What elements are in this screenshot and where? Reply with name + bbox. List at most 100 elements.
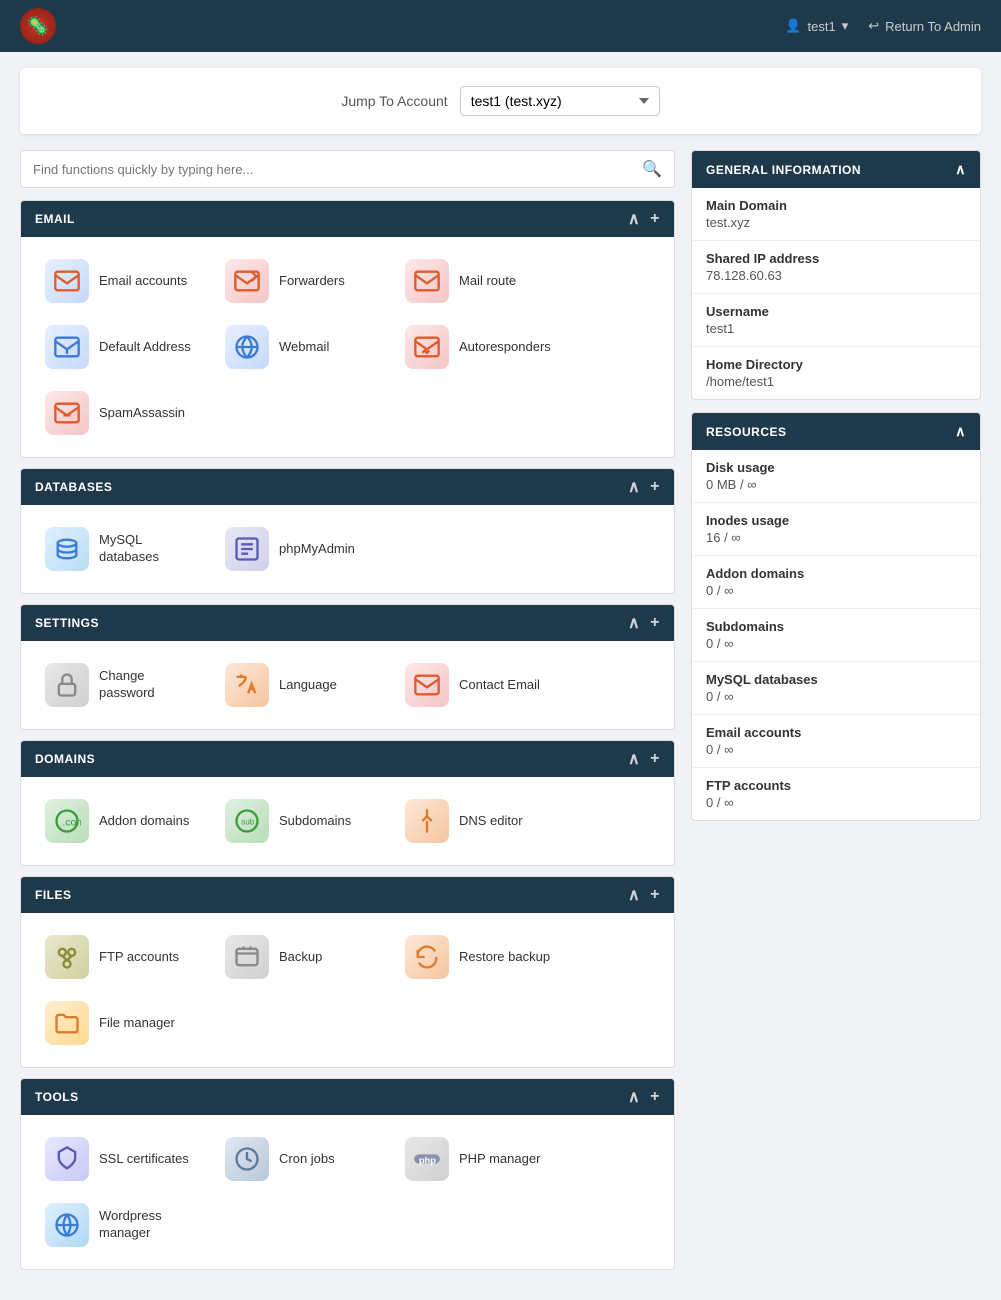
feature-mail-route[interactable]: Mail route <box>397 253 567 309</box>
general-info-row: Main Domain test.xyz <box>692 188 980 241</box>
section-domains: DOMAINS ∧ + .com Addon domains sub Subdo… <box>20 740 675 866</box>
feature-icon-webmail <box>225 325 269 369</box>
resource-row-label: MySQL databases <box>706 672 966 687</box>
feature-icon-spamassassin <box>45 391 89 435</box>
feature-icon-ftp-accounts <box>45 935 89 979</box>
info-row-value: 78.128.60.63 <box>706 268 966 283</box>
feature-label-spamassassin: SpamAssassin <box>99 405 185 422</box>
user-menu[interactable]: 👤 test1 ▾ <box>785 18 848 34</box>
collapse-resources-icon[interactable]: ∧ <box>955 423 966 440</box>
feature-icon-subdomains: sub <box>225 799 269 843</box>
add-databases-icon[interactable]: + <box>650 478 660 496</box>
section-controls-files: ∧ + <box>628 885 660 905</box>
resource-row-value: 0 / ∞ <box>706 583 966 598</box>
username-label: test1 <box>808 19 836 34</box>
section-header-tools: TOOLS ∧ + <box>21 1079 674 1115</box>
collapse-domains-icon[interactable]: ∧ <box>628 749 640 769</box>
feature-change-password[interactable]: Change password <box>37 657 207 713</box>
feature-default-address[interactable]: Default Address <box>37 319 207 375</box>
feature-icon-forwarders <box>225 259 269 303</box>
feature-ftp-accounts[interactable]: FTP accounts <box>37 929 207 985</box>
header-right: 👤 test1 ▾ ↩ Return To Admin <box>785 18 981 34</box>
feature-label-dns-editor: DNS editor <box>459 813 523 830</box>
feature-spamassassin[interactable]: SpamAssassin <box>37 385 207 441</box>
feature-ssl-certificates[interactable]: SSL certificates <box>37 1131 207 1187</box>
resource-row-value: 16 / ∞ <box>706 530 966 545</box>
feature-mysql-databases[interactable]: MySQL databases <box>37 521 207 577</box>
feature-label-default-address: Default Address <box>99 339 191 356</box>
feature-icon-autoresponders <box>405 325 449 369</box>
resources-row: Email accounts 0 / ∞ <box>692 715 980 768</box>
return-to-admin-button[interactable]: ↩ Return To Admin <box>868 18 981 34</box>
feature-php-manager[interactable]: php PHP manager <box>397 1131 567 1187</box>
feature-dns-editor[interactable]: DNS editor <box>397 793 567 849</box>
feature-email-accounts[interactable]: Email accounts <box>37 253 207 309</box>
feature-phpmyadmin[interactable]: phpMyAdmin <box>217 521 387 577</box>
feature-label-forwarders: Forwarders <box>279 273 345 290</box>
resources-row: MySQL databases 0 / ∞ <box>692 662 980 715</box>
info-row-value: test1 <box>706 321 966 336</box>
feature-label-mysql-databases: MySQL databases <box>99 532 199 566</box>
feature-label-contact-email: Contact Email <box>459 677 540 694</box>
info-row-label: Home Directory <box>706 357 966 372</box>
feature-wordpress-manager[interactable]: Wordpress manager <box>37 1197 207 1253</box>
feature-addon-domains[interactable]: .com Addon domains <box>37 793 207 849</box>
section-title-email: EMAIL <box>35 212 75 226</box>
feature-label-restore-backup: Restore backup <box>459 949 550 966</box>
jump-to-account-select[interactable]: test1 (test.xyz) <box>460 86 660 116</box>
feature-label-ftp-accounts: FTP accounts <box>99 949 179 966</box>
feature-forwarders[interactable]: Forwarders <box>217 253 387 309</box>
section-controls-databases: ∧ + <box>628 477 660 497</box>
section-body-files: FTP accounts Backup Restore backup File … <box>21 913 674 1067</box>
general-info-box: GENERAL INFORMATION ∧ Main Domain test.x… <box>691 150 981 400</box>
add-domains-icon[interactable]: + <box>650 750 660 768</box>
feature-cron-jobs[interactable]: Cron jobs <box>217 1131 387 1187</box>
feature-restore-backup[interactable]: Restore backup <box>397 929 567 985</box>
svg-text:php: php <box>419 1156 436 1166</box>
feature-subdomains[interactable]: sub Subdomains <box>217 793 387 849</box>
collapse-settings-icon[interactable]: ∧ <box>628 613 640 633</box>
section-header-settings: SETTINGS ∧ + <box>21 605 674 641</box>
jump-to-account-label: Jump To Account <box>341 93 447 109</box>
feature-label-webmail: Webmail <box>279 339 329 356</box>
collapse-tools-icon[interactable]: ∧ <box>628 1087 640 1107</box>
feature-icon-file-manager <box>45 1001 89 1045</box>
feature-icon-wordpress-manager <box>45 1203 89 1247</box>
collapse-files-icon[interactable]: ∧ <box>628 885 640 905</box>
add-files-icon[interactable]: + <box>650 886 660 904</box>
feature-label-phpmyadmin: phpMyAdmin <box>279 541 355 558</box>
add-tools-icon[interactable]: + <box>650 1088 660 1106</box>
section-body-databases: MySQL databases phpMyAdmin <box>21 505 674 593</box>
add-email-icon[interactable]: + <box>650 210 660 228</box>
feature-icon-phpmyadmin <box>225 527 269 571</box>
search-input[interactable] <box>33 162 642 177</box>
feature-language[interactable]: Language <box>217 657 387 713</box>
section-controls-settings: ∧ + <box>628 613 660 633</box>
collapse-databases-icon[interactable]: ∧ <box>628 477 640 497</box>
return-icon: ↩ <box>868 18 879 34</box>
chevron-down-icon: ▾ <box>842 18 849 34</box>
feature-label-ssl-certificates: SSL certificates <box>99 1151 189 1168</box>
feature-icon-email-accounts <box>45 259 89 303</box>
feature-label-language: Language <box>279 677 337 694</box>
feature-autoresponders[interactable]: Autoresponders <box>397 319 567 375</box>
section-title-settings: SETTINGS <box>35 616 99 630</box>
feature-label-change-password: Change password <box>99 668 199 702</box>
feature-webmail[interactable]: Webmail <box>217 319 387 375</box>
section-databases: DATABASES ∧ + MySQL databases phpMyAdmin <box>20 468 675 594</box>
section-header-files: FILES ∧ + <box>21 877 674 913</box>
collapse-general-icon[interactable]: ∧ <box>955 161 966 178</box>
feature-label-backup: Backup <box>279 949 322 966</box>
general-info-row: Home Directory /home/test1 <box>692 347 980 399</box>
collapse-email-icon[interactable]: ∧ <box>628 209 640 229</box>
add-settings-icon[interactable]: + <box>650 614 660 632</box>
feature-icon-addon-domains: .com <box>45 799 89 843</box>
feature-icon-ssl-certificates <box>45 1137 89 1181</box>
feature-contact-email[interactable]: Contact Email <box>397 657 567 713</box>
feature-file-manager[interactable]: File manager <box>37 995 207 1051</box>
resources-row: Disk usage 0 MB / ∞ <box>692 450 980 503</box>
resources-row: Subdomains 0 / ∞ <box>692 609 980 662</box>
svg-text:sub: sub <box>241 818 255 827</box>
general-info-rows: Main Domain test.xyzShared IP address 78… <box>692 188 980 399</box>
feature-backup[interactable]: Backup <box>217 929 387 985</box>
